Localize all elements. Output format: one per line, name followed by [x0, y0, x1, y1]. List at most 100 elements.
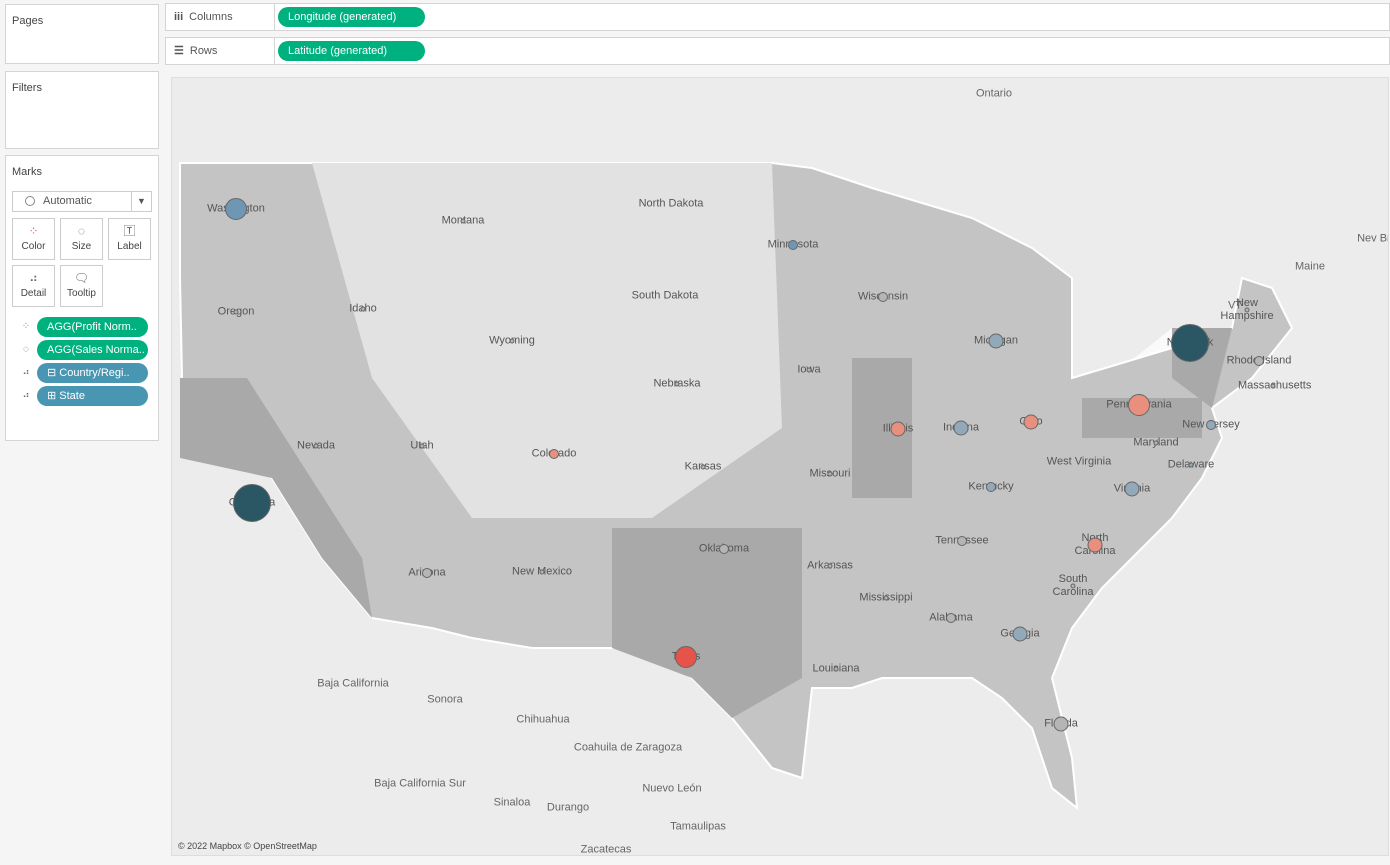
tooltip-button[interactable]: 🗨 Tooltip [60, 265, 103, 307]
state-mark[interactable] [1254, 356, 1264, 366]
state-mark[interactable] [878, 292, 888, 302]
state-mark[interactable] [806, 367, 812, 373]
label-icon: 🅃 [123, 224, 136, 238]
region-label: Coahuila de Zaragoza [573, 741, 683, 754]
state-mark[interactable] [1012, 626, 1028, 642]
state-mark[interactable] [1171, 324, 1209, 362]
pages-card: Pages [5, 4, 159, 64]
state-mark[interactable] [360, 306, 366, 312]
state-mark[interactable] [988, 333, 1004, 349]
rows-icon: ☰ [174, 45, 184, 57]
tooltip-icon: 🗨 [73, 271, 90, 285]
state-mark[interactable] [539, 569, 545, 575]
region-label: Baja California [317, 677, 389, 690]
rows-shelf[interactable]: ☰ Rows Latitude (generated) [165, 37, 1390, 65]
state-mark[interactable] [549, 449, 559, 459]
state-mark[interactable] [986, 482, 996, 492]
state-mark[interactable] [233, 309, 239, 315]
state-mark[interactable] [1053, 716, 1069, 732]
profit-color-pill[interactable]: AGG(Profit Norm.. [37, 317, 148, 337]
latitude-pill[interactable]: Latitude (generated) [278, 41, 425, 61]
map-view[interactable]: OntarioMaineNev BrunVTBaja CaliforniaSon… [171, 77, 1389, 856]
marks-title: Marks [12, 166, 42, 178]
state-mark[interactable] [1206, 420, 1216, 430]
size-button[interactable]: ◌ Size [60, 218, 103, 260]
color-icon: ⁘ [21, 321, 31, 332]
detail-button[interactable]: ⠴ Detail [12, 265, 55, 307]
country-detail-pill[interactable]: ⊟ Country/Regi.. [37, 363, 148, 383]
detail-icon: ⠴ [22, 390, 30, 401]
label-label: Label [117, 241, 142, 252]
map-attribution: © 2022 Mapbox © OpenStreetMap [178, 841, 317, 851]
columns-text: Columns [189, 11, 233, 23]
state-mark[interactable] [883, 595, 889, 601]
state-mark[interactable] [833, 666, 839, 672]
state-mark[interactable] [674, 381, 680, 387]
sales-size-pill[interactable]: AGG(Sales Norma.. [37, 340, 148, 360]
columns-label: iii Columns [166, 4, 275, 30]
state-mark[interactable] [675, 646, 697, 668]
pages-title: Pages [12, 15, 44, 27]
size-label: Size [71, 241, 92, 252]
region-label: Sonora [427, 693, 463, 706]
label-button[interactable]: 🅃 Label [108, 218, 151, 260]
state-mark[interactable] [827, 563, 833, 569]
state-mark[interactable] [957, 536, 967, 546]
state-label: South Dakota [631, 289, 699, 302]
state-mark[interactable] [1188, 462, 1194, 468]
columns-shelf[interactable]: iii Columns Longitude (generated) [165, 3, 1390, 31]
state-mark[interactable] [946, 613, 956, 623]
state-mark[interactable] [225, 198, 247, 220]
filters-card[interactable]: Filters [5, 71, 159, 149]
filters-title: Filters [12, 82, 42, 94]
state-mark[interactable] [827, 471, 833, 477]
state-mark[interactable] [788, 240, 798, 250]
longitude-pill[interactable]: Longitude (generated) [278, 7, 425, 27]
detail-icon: ⠴ [22, 367, 30, 378]
chevron-down-icon[interactable]: ▼ [131, 192, 151, 211]
state-mark[interactable] [1244, 307, 1250, 313]
state-mark[interactable] [1023, 414, 1039, 430]
region-label: Sinaloa [493, 796, 531, 809]
region-label: Baja California Sur [374, 777, 466, 790]
state-label: North Dakota [638, 197, 704, 210]
state-mark[interactable] [1128, 394, 1150, 416]
state-mark[interactable] [890, 421, 906, 437]
region-label: Tamaulipas [670, 820, 726, 833]
mark-type-value: Automatic [43, 195, 92, 207]
rows-label: ☰ Rows [166, 38, 275, 64]
region-label: Chihuahua [516, 713, 570, 726]
color-icon: ⁘ [28, 224, 39, 238]
state-mark[interactable] [1124, 481, 1140, 497]
state-mark[interactable] [953, 420, 969, 436]
state-label: West Virginia [1046, 455, 1112, 468]
mark-type-dropdown[interactable]: Automatic ▼ [12, 191, 152, 212]
state-mark[interactable] [1087, 537, 1103, 553]
detail-icon: ⠴ [29, 271, 38, 285]
color-button[interactable]: ⁘ Color [12, 218, 55, 260]
columns-icon: iii [174, 11, 184, 23]
region-label: Ontario [975, 87, 1013, 100]
size-icon: ◌ [23, 344, 29, 355]
rows-text: Rows [189, 45, 218, 57]
region-label: Nuevo León [642, 782, 702, 795]
state-mark[interactable] [719, 544, 729, 554]
state-mark[interactable] [1270, 383, 1276, 389]
detail-label: Detail [20, 288, 47, 299]
state-mark[interactable] [1153, 440, 1159, 446]
color-label: Color [21, 241, 46, 252]
region-label: Nev Brun [1357, 232, 1388, 245]
state-mark[interactable] [419, 443, 425, 449]
state-mark[interactable] [422, 568, 432, 578]
state-mark[interactable] [313, 443, 319, 449]
state-mark[interactable] [460, 218, 466, 224]
tooltip-label: Tooltip [67, 288, 96, 299]
state-detail-pill[interactable]: ⊞ State [37, 386, 148, 406]
state-mark[interactable] [233, 484, 271, 522]
size-icon: ◌ [77, 224, 86, 238]
state-mark[interactable] [1070, 583, 1076, 589]
region-label: Maine [1295, 260, 1325, 273]
state-mark[interactable] [700, 464, 706, 470]
state-mark[interactable] [509, 338, 515, 344]
circle-icon [25, 196, 35, 206]
